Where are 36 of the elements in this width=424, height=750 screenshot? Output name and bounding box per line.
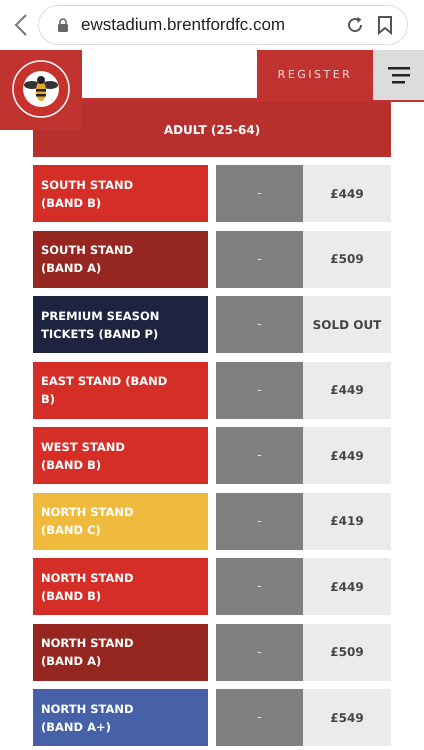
price-cell: £509	[303, 624, 391, 680]
stand-label: SOUTH STAND (BAND B)	[33, 165, 208, 222]
stand-label: SOUTH STAND (BAND A)	[33, 230, 208, 288]
table-cell: -	[216, 558, 303, 615]
address-bar[interactable]: ewstadium.brentfordfc.com	[38, 5, 408, 45]
club-crest-icon[interactable]	[12, 60, 70, 118]
table-cell: -	[216, 427, 303, 484]
stand-label: NORTH STAND (BAND C)	[33, 492, 208, 550]
menu-button[interactable]	[373, 50, 424, 100]
menu-icon	[388, 66, 410, 84]
price-cell: £449	[303, 165, 391, 222]
price-cell: £449	[303, 427, 391, 484]
table-cell: -	[216, 230, 303, 288]
stand-label: WEST STAND (BAND B)	[33, 427, 208, 484]
table-cell: -	[216, 689, 303, 746]
price-cell: SOLD OUT	[303, 296, 391, 353]
stand-label: EAST STAND (BAND B)	[33, 362, 208, 418]
lock-icon	[57, 18, 69, 32]
table-cell: -	[216, 492, 303, 550]
table-cell: -	[216, 296, 303, 353]
stand-label: NORTH STAND (BAND B)	[33, 558, 208, 615]
stand-label: NORTH STAND (BAND A)	[33, 624, 208, 680]
table-cell: -	[216, 624, 303, 680]
price-cell: £509	[303, 230, 391, 288]
price-cell: £419	[303, 492, 391, 550]
stand-label: NORTH STAND (BAND A+)	[33, 689, 208, 746]
reload-icon[interactable]	[345, 15, 365, 35]
table-cell: -	[216, 165, 303, 222]
back-icon[interactable]	[14, 13, 28, 37]
stand-label: PREMIUM SEASON TICKETS (BAND P)	[33, 296, 208, 353]
table-cell: -	[216, 362, 303, 418]
bookmark-icon[interactable]	[377, 15, 393, 35]
price-cell: £449	[303, 558, 391, 615]
price-cell: £449	[303, 362, 391, 418]
price-cell: £549	[303, 689, 391, 746]
category-header: ADULT (25-64)	[33, 102, 391, 157]
